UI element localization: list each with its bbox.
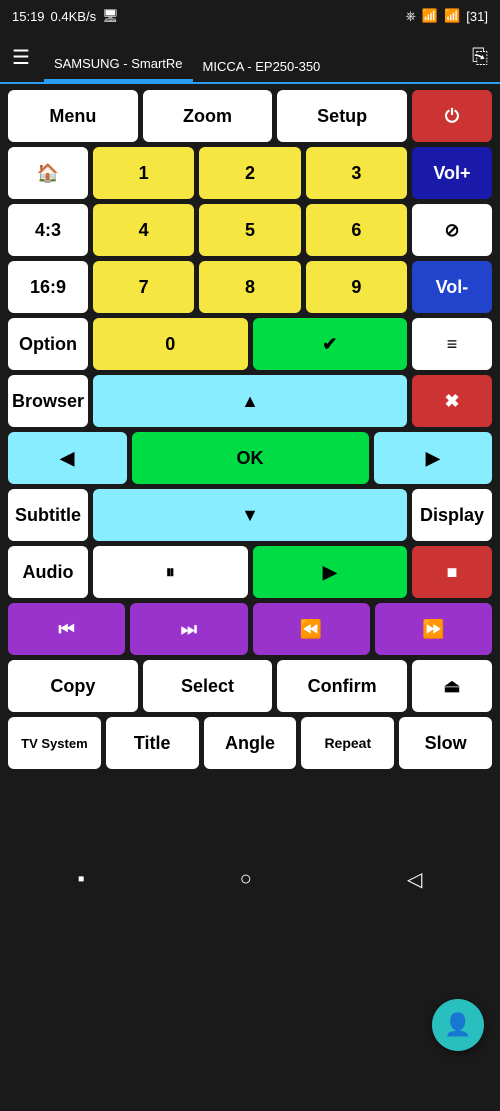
- signal-icon: 📶: [422, 8, 438, 24]
- close-button[interactable]: ✖: [412, 375, 492, 427]
- num-1-button[interactable]: 1: [93, 147, 194, 199]
- ratio-169-button[interactable]: 16:9: [8, 261, 88, 313]
- row-12: TV System Title Angle Repeat Slow: [8, 717, 492, 769]
- pause-button[interactable]: ⏸: [93, 546, 248, 598]
- contact-fab[interactable]: 👤: [432, 999, 484, 1051]
- num-9-button[interactable]: 9: [306, 261, 407, 313]
- row-5: Option 0 ✔ ≡: [8, 318, 492, 370]
- option-button[interactable]: Option: [8, 318, 88, 370]
- battery-icon: [31]: [466, 9, 488, 24]
- num-0-button[interactable]: 0: [93, 318, 248, 370]
- home-button[interactable]: 🏠: [8, 147, 88, 199]
- row-11: Copy Select Confirm ⏏: [8, 660, 492, 712]
- angle-button[interactable]: Angle: [204, 717, 297, 769]
- slow-button[interactable]: Slow: [399, 717, 492, 769]
- play-button[interactable]: ▶: [253, 546, 408, 598]
- row-9: Audio ⏸ ▶ ■: [8, 546, 492, 598]
- layers-icon[interactable]: ⎘: [472, 46, 488, 69]
- android-nav: ▪ ○ ◁: [0, 855, 500, 903]
- circle-nav-icon[interactable]: ○: [240, 868, 252, 891]
- subtitle-button[interactable]: Subtitle: [8, 489, 88, 541]
- nav-bar: ☰ SAMSUNG - SmartRe MICCA - EP250-350 ⎘: [0, 32, 500, 84]
- title-button[interactable]: Title: [106, 717, 199, 769]
- screen-icon: 🖥: [102, 8, 119, 24]
- vol-minus-button[interactable]: Vol-: [412, 261, 492, 313]
- row-10: ⏮ ⏭ ⏪ ⏩: [8, 603, 492, 655]
- tab-micca[interactable]: MICCA - EP250-350: [193, 59, 331, 82]
- copy-button[interactable]: Copy: [8, 660, 138, 712]
- confirm-button[interactable]: Confirm: [277, 660, 407, 712]
- row-6: Browser ▲ ✖: [8, 375, 492, 427]
- tv-system-button[interactable]: TV System: [8, 717, 101, 769]
- back-nav-icon[interactable]: ◁: [407, 867, 422, 892]
- square-nav-icon[interactable]: ▪: [78, 868, 85, 891]
- status-bar: 15:19 0.4KB/s 🖥 ⎈ 📶 📶 [31]: [0, 0, 500, 32]
- menu-button[interactable]: Menu: [8, 90, 138, 142]
- down-button[interactable]: ▼: [93, 489, 407, 541]
- num-7-button[interactable]: 7: [93, 261, 194, 313]
- setup-button[interactable]: Setup: [277, 90, 407, 142]
- vol-plus-button[interactable]: Vol+: [412, 147, 492, 199]
- up-button[interactable]: ▲: [93, 375, 407, 427]
- browser-button[interactable]: Browser: [8, 375, 88, 427]
- cancel-button[interactable]: ⊘: [412, 204, 492, 256]
- audio-button[interactable]: Audio: [8, 546, 88, 598]
- num-8-button[interactable]: 8: [199, 261, 300, 313]
- tab-samsung[interactable]: SAMSUNG - SmartRe: [44, 56, 193, 82]
- power-button[interactable]: ⏻: [412, 90, 492, 142]
- hamburger-icon[interactable]: ☰: [12, 45, 30, 70]
- select-button[interactable]: Select: [143, 660, 273, 712]
- row-4: 16:9 7 8 9 Vol-: [8, 261, 492, 313]
- rewind-button[interactable]: ⏪: [253, 603, 370, 655]
- check-button[interactable]: ✔: [253, 318, 408, 370]
- skip-next-button[interactable]: ⏭: [130, 603, 247, 655]
- remote-control: Menu Zoom Setup ⏻ 🏠 1 2 3 Vol+ 4:3 4 5 6…: [0, 84, 500, 775]
- wifi-icon: 📶: [444, 8, 460, 24]
- repeat-button[interactable]: Repeat: [301, 717, 394, 769]
- num-6-button[interactable]: 6: [306, 204, 407, 256]
- skip-prev-button[interactable]: ⏮: [8, 603, 125, 655]
- stop-button[interactable]: ■: [412, 546, 492, 598]
- row-3: 4:3 4 5 6 ⊘: [8, 204, 492, 256]
- time: 15:19: [12, 9, 45, 24]
- right-button[interactable]: ▶: [374, 432, 493, 484]
- eject-button[interactable]: ⏏: [412, 660, 492, 712]
- num-5-button[interactable]: 5: [199, 204, 300, 256]
- ok-button[interactable]: OK: [132, 432, 369, 484]
- fast-forward-button[interactable]: ⏩: [375, 603, 492, 655]
- row-1: Menu Zoom Setup ⏻: [8, 90, 492, 142]
- data-speed: 0.4KB/s: [51, 9, 97, 24]
- num-2-button[interactable]: 2: [199, 147, 300, 199]
- num-3-button[interactable]: 3: [306, 147, 407, 199]
- display-button[interactable]: Display: [412, 489, 492, 541]
- row-2: 🏠 1 2 3 Vol+: [8, 147, 492, 199]
- row-7: ◀ OK ▶: [8, 432, 492, 484]
- left-button[interactable]: ◀: [8, 432, 127, 484]
- row-8: Subtitle ▼ Display: [8, 489, 492, 541]
- num-4-button[interactable]: 4: [93, 204, 194, 256]
- list-button[interactable]: ≡: [412, 318, 492, 370]
- bluetooth-icon: ⎈: [406, 8, 416, 24]
- zoom-button[interactable]: Zoom: [143, 90, 273, 142]
- ratio-43-button[interactable]: 4:3: [8, 204, 88, 256]
